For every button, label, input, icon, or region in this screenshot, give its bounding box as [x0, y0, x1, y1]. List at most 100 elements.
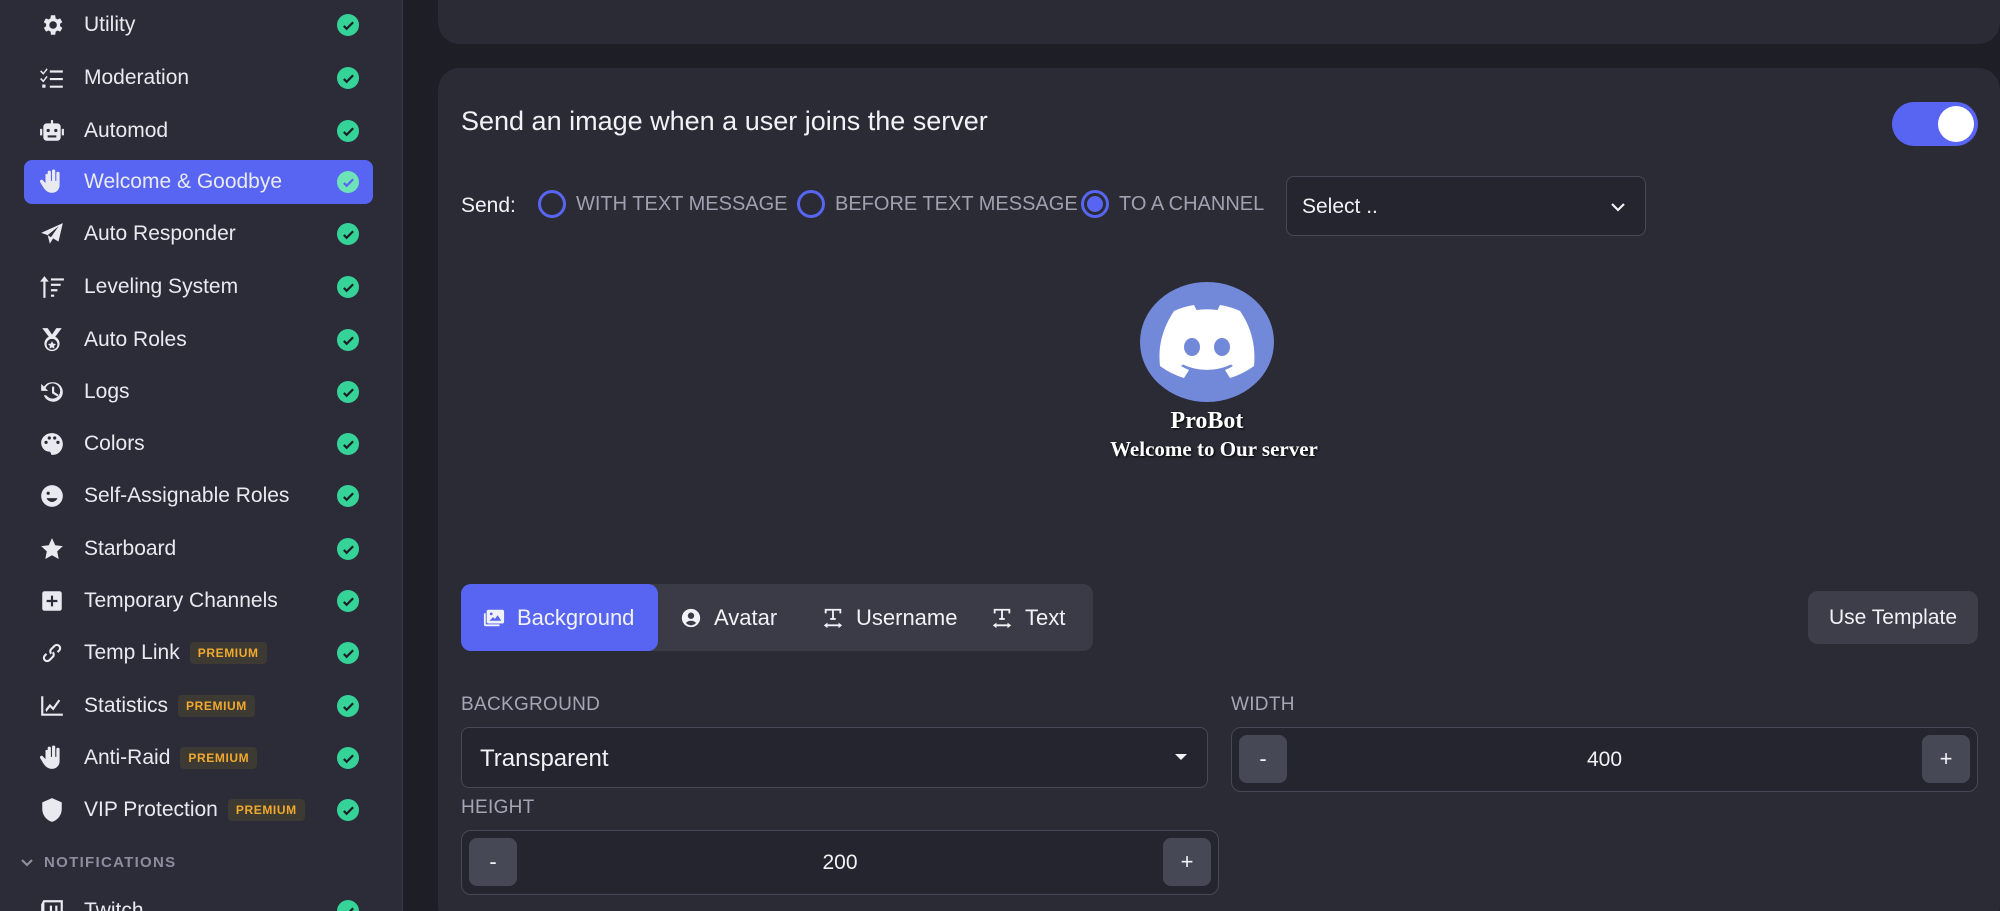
radio-circle: [797, 190, 825, 218]
link-icon: [38, 639, 66, 667]
sort-up-icon: [38, 273, 66, 301]
width-increment-button[interactable]: +: [1922, 735, 1970, 783]
smile-wink-icon: [38, 482, 66, 510]
discord-logo-icon: [1159, 305, 1255, 378]
editor-tabs: Background Avatar Username Text: [461, 584, 1093, 651]
check-icon: [337, 485, 359, 507]
twitch-icon: [38, 897, 66, 911]
width-decrement-button[interactable]: -: [1239, 735, 1287, 783]
sidebar-item-vip-protection[interactable]: VIP Protection PREMIUM: [24, 788, 373, 832]
check-icon: [337, 223, 359, 245]
radio-label: BEFORE TEXT MESSAGE: [835, 192, 1078, 215]
sidebar-item-auto-roles[interactable]: Auto Roles: [24, 318, 373, 362]
sidebar-item-statistics[interactable]: Statistics PREMIUM: [24, 684, 373, 728]
background-label: BACKGROUND: [461, 694, 601, 715]
gear-icon: [38, 11, 66, 39]
height-label: HEIGHT: [461, 797, 535, 818]
tab-label: Avatar: [714, 604, 778, 630]
section-label: NOTIFICATIONS: [44, 854, 177, 871]
send-label: Send:: [461, 194, 516, 217]
sidebar-item-colors[interactable]: Colors: [24, 422, 373, 466]
sidebar-item-leveling-system[interactable]: Leveling System: [24, 265, 373, 309]
sidebar-item-label: Temp Link PREMIUM: [84, 641, 267, 665]
palette-icon: [38, 430, 66, 458]
preview-text[interactable]: Welcome to Our server: [1060, 437, 1368, 462]
sidebar-item-moderation[interactable]: Moderation: [24, 56, 373, 100]
sidebar-item-label: Temporary Channels: [84, 589, 278, 612]
shield-icon: [38, 796, 66, 824]
check-icon: [337, 67, 359, 89]
star-icon: [38, 535, 66, 563]
sidebar-item-automod[interactable]: Automod: [24, 109, 373, 153]
sidebar-item-anti-raid[interactable]: Anti-Raid PREMIUM: [24, 736, 373, 780]
channel-select-placeholder: Select ..: [1302, 195, 1378, 218]
tab-label: Text: [1025, 604, 1066, 630]
robot-icon: [38, 117, 66, 145]
radio-dot: [1087, 196, 1103, 212]
radio-label: TO A CHANNEL: [1119, 192, 1265, 215]
height-value[interactable]: 200: [522, 851, 1158, 875]
sidebar-item-utility[interactable]: Utility: [24, 3, 373, 47]
sidebar-item-label: Automod: [84, 119, 169, 142]
height-decrement-button[interactable]: -: [469, 838, 517, 886]
sidebar-item-label: Anti-Raid PREMIUM: [84, 746, 258, 770]
item-text: VIP Protection: [84, 798, 218, 821]
tab-username[interactable]: Username: [800, 584, 979, 651]
use-template-button[interactable]: Use Template: [1808, 591, 1978, 644]
sidebar-item-temporary-channels[interactable]: Temporary Channels: [24, 579, 373, 623]
check-icon: [337, 590, 359, 612]
hand-wave-icon: [38, 168, 66, 196]
premium-badge: PREMIUM: [189, 642, 267, 664]
sidebar-item-twitch[interactable]: Twitch: [24, 889, 373, 911]
width-value[interactable]: 400: [1292, 748, 1917, 772]
check-icon: [337, 381, 359, 403]
check-icon: [337, 799, 359, 821]
sidebar-item-label: VIP Protection PREMIUM: [84, 798, 305, 822]
sidebar-item-logs[interactable]: Logs: [24, 370, 373, 414]
channel-select[interactable]: Select ..: [1286, 176, 1646, 236]
check-icon: [337, 171, 359, 193]
sidebar-item-label: Logs: [84, 380, 130, 403]
user-circle-icon: [681, 608, 701, 627]
sidebar-item-label: Twitch: [84, 899, 144, 911]
sidebar-item-temp-link[interactable]: Temp Link PREMIUM: [24, 631, 373, 675]
notifications-section-header[interactable]: NOTIFICATIONS: [20, 854, 176, 871]
tab-background[interactable]: Background: [461, 584, 658, 651]
item-text: Statistics: [84, 694, 169, 717]
check-icon: [337, 538, 359, 560]
check-icon: [337, 900, 359, 911]
sidebar-item-label: Utility: [84, 13, 136, 36]
sidebar-item-auto-responder[interactable]: Auto Responder: [24, 212, 373, 256]
width-stepper: - 400 +: [1231, 727, 1978, 792]
preview-avatar[interactable]: [1140, 282, 1274, 402]
tab-label: Username: [856, 604, 958, 630]
radio-before-text-message[interactable]: BEFORE TEXT MESSAGE: [797, 190, 1078, 218]
premium-badge: PREMIUM: [178, 695, 255, 717]
height-increment-button[interactable]: +: [1163, 838, 1211, 886]
sidebar-item-self-assignable-roles[interactable]: Self-Assignable Roles: [24, 474, 373, 518]
previous-settings-card: [438, 0, 2000, 44]
preview-username[interactable]: ProBot: [1140, 408, 1274, 435]
check-icon: [337, 329, 359, 351]
check-icon: [337, 120, 359, 142]
tab-label: Background: [517, 604, 635, 630]
background-select[interactable]: Transparent: [461, 727, 1208, 788]
check-icon: [337, 276, 359, 298]
radio-with-text-message[interactable]: WITH TEXT MESSAGE: [538, 190, 788, 218]
tab-text[interactable]: Text: [969, 584, 1087, 651]
sidebar-item-label: Statistics PREMIUM: [84, 694, 255, 718]
sidebar-item-label: Self-Assignable Roles: [84, 484, 290, 507]
sidebar-item-label: Welcome & Goodbye: [84, 170, 283, 193]
chart-line-icon: [38, 692, 66, 720]
paper-plane-icon: [38, 220, 66, 248]
sidebar-item-label: Starboard: [84, 537, 177, 560]
sidebar-item-starboard[interactable]: Starboard: [24, 527, 373, 571]
sidebar-item-label: Colors: [84, 432, 145, 455]
images-icon: [483, 609, 505, 626]
welcome-image-toggle[interactable]: [1892, 102, 1978, 146]
chevron-down-icon: [1611, 203, 1625, 212]
tab-avatar[interactable]: Avatar: [658, 584, 799, 651]
check-icon: [337, 695, 359, 717]
sidebar-item-welcome-goodbye[interactable]: Welcome & Goodbye: [24, 160, 373, 204]
radio-to-a-channel[interactable]: TO A CHANNEL: [1081, 190, 1264, 218]
